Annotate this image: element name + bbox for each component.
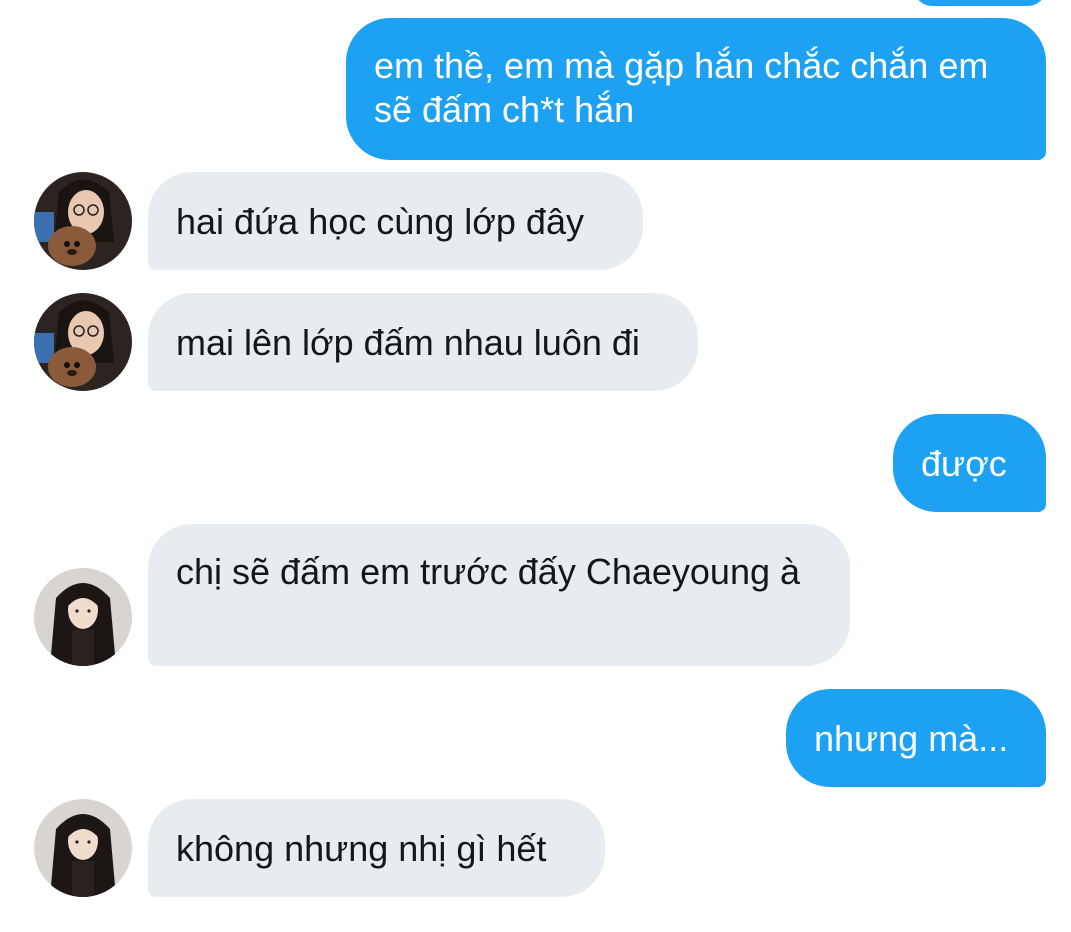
outgoing-message-bubble[interactable]: được (893, 414, 1046, 512)
incoming-message-bubble[interactable]: mai lên lớp đấm nhau luôn đi (148, 293, 698, 391)
message-text: nhưng mà... (814, 718, 1009, 759)
avatar-girl-with-dog-icon[interactable] (34, 172, 132, 270)
chat-thread: em thề, em mà gặp hắn chắc chắn em sẽ đấ… (0, 0, 1071, 932)
message-text: em thề, em mà gặp hắn chắc chắn em sẽ đấ… (374, 45, 989, 130)
message-text: mai lên lớp đấm nhau luôn đi (176, 322, 640, 363)
message-text: được (921, 443, 1007, 484)
message-text: chị sẽ đấm em trước đấy Chaeyoung à (176, 551, 801, 592)
outgoing-message-bubble[interactable]: nhưng mà... (786, 689, 1046, 787)
avatar-girl-with-dog-icon[interactable] (34, 293, 132, 391)
avatar-girl-long-hair-icon[interactable] (34, 568, 132, 666)
incoming-message-bubble[interactable]: hai đứa học cùng lớp đây (148, 172, 643, 270)
incoming-message-bubble[interactable]: không nhưng nhị gì hết (148, 799, 605, 897)
incoming-message-bubble[interactable]: chị sẽ đấm em trước đấy Chaeyoung à (148, 524, 850, 666)
avatar-girl-long-hair-icon[interactable] (34, 799, 132, 897)
previous-message-bubble-edge[interactable] (914, 0, 1046, 6)
outgoing-message-bubble[interactable]: em thề, em mà gặp hắn chắc chắn em sẽ đấ… (346, 18, 1046, 160)
message-text: hai đứa học cùng lớp đây (176, 201, 584, 242)
message-text: không nhưng nhị gì hết (176, 828, 547, 869)
